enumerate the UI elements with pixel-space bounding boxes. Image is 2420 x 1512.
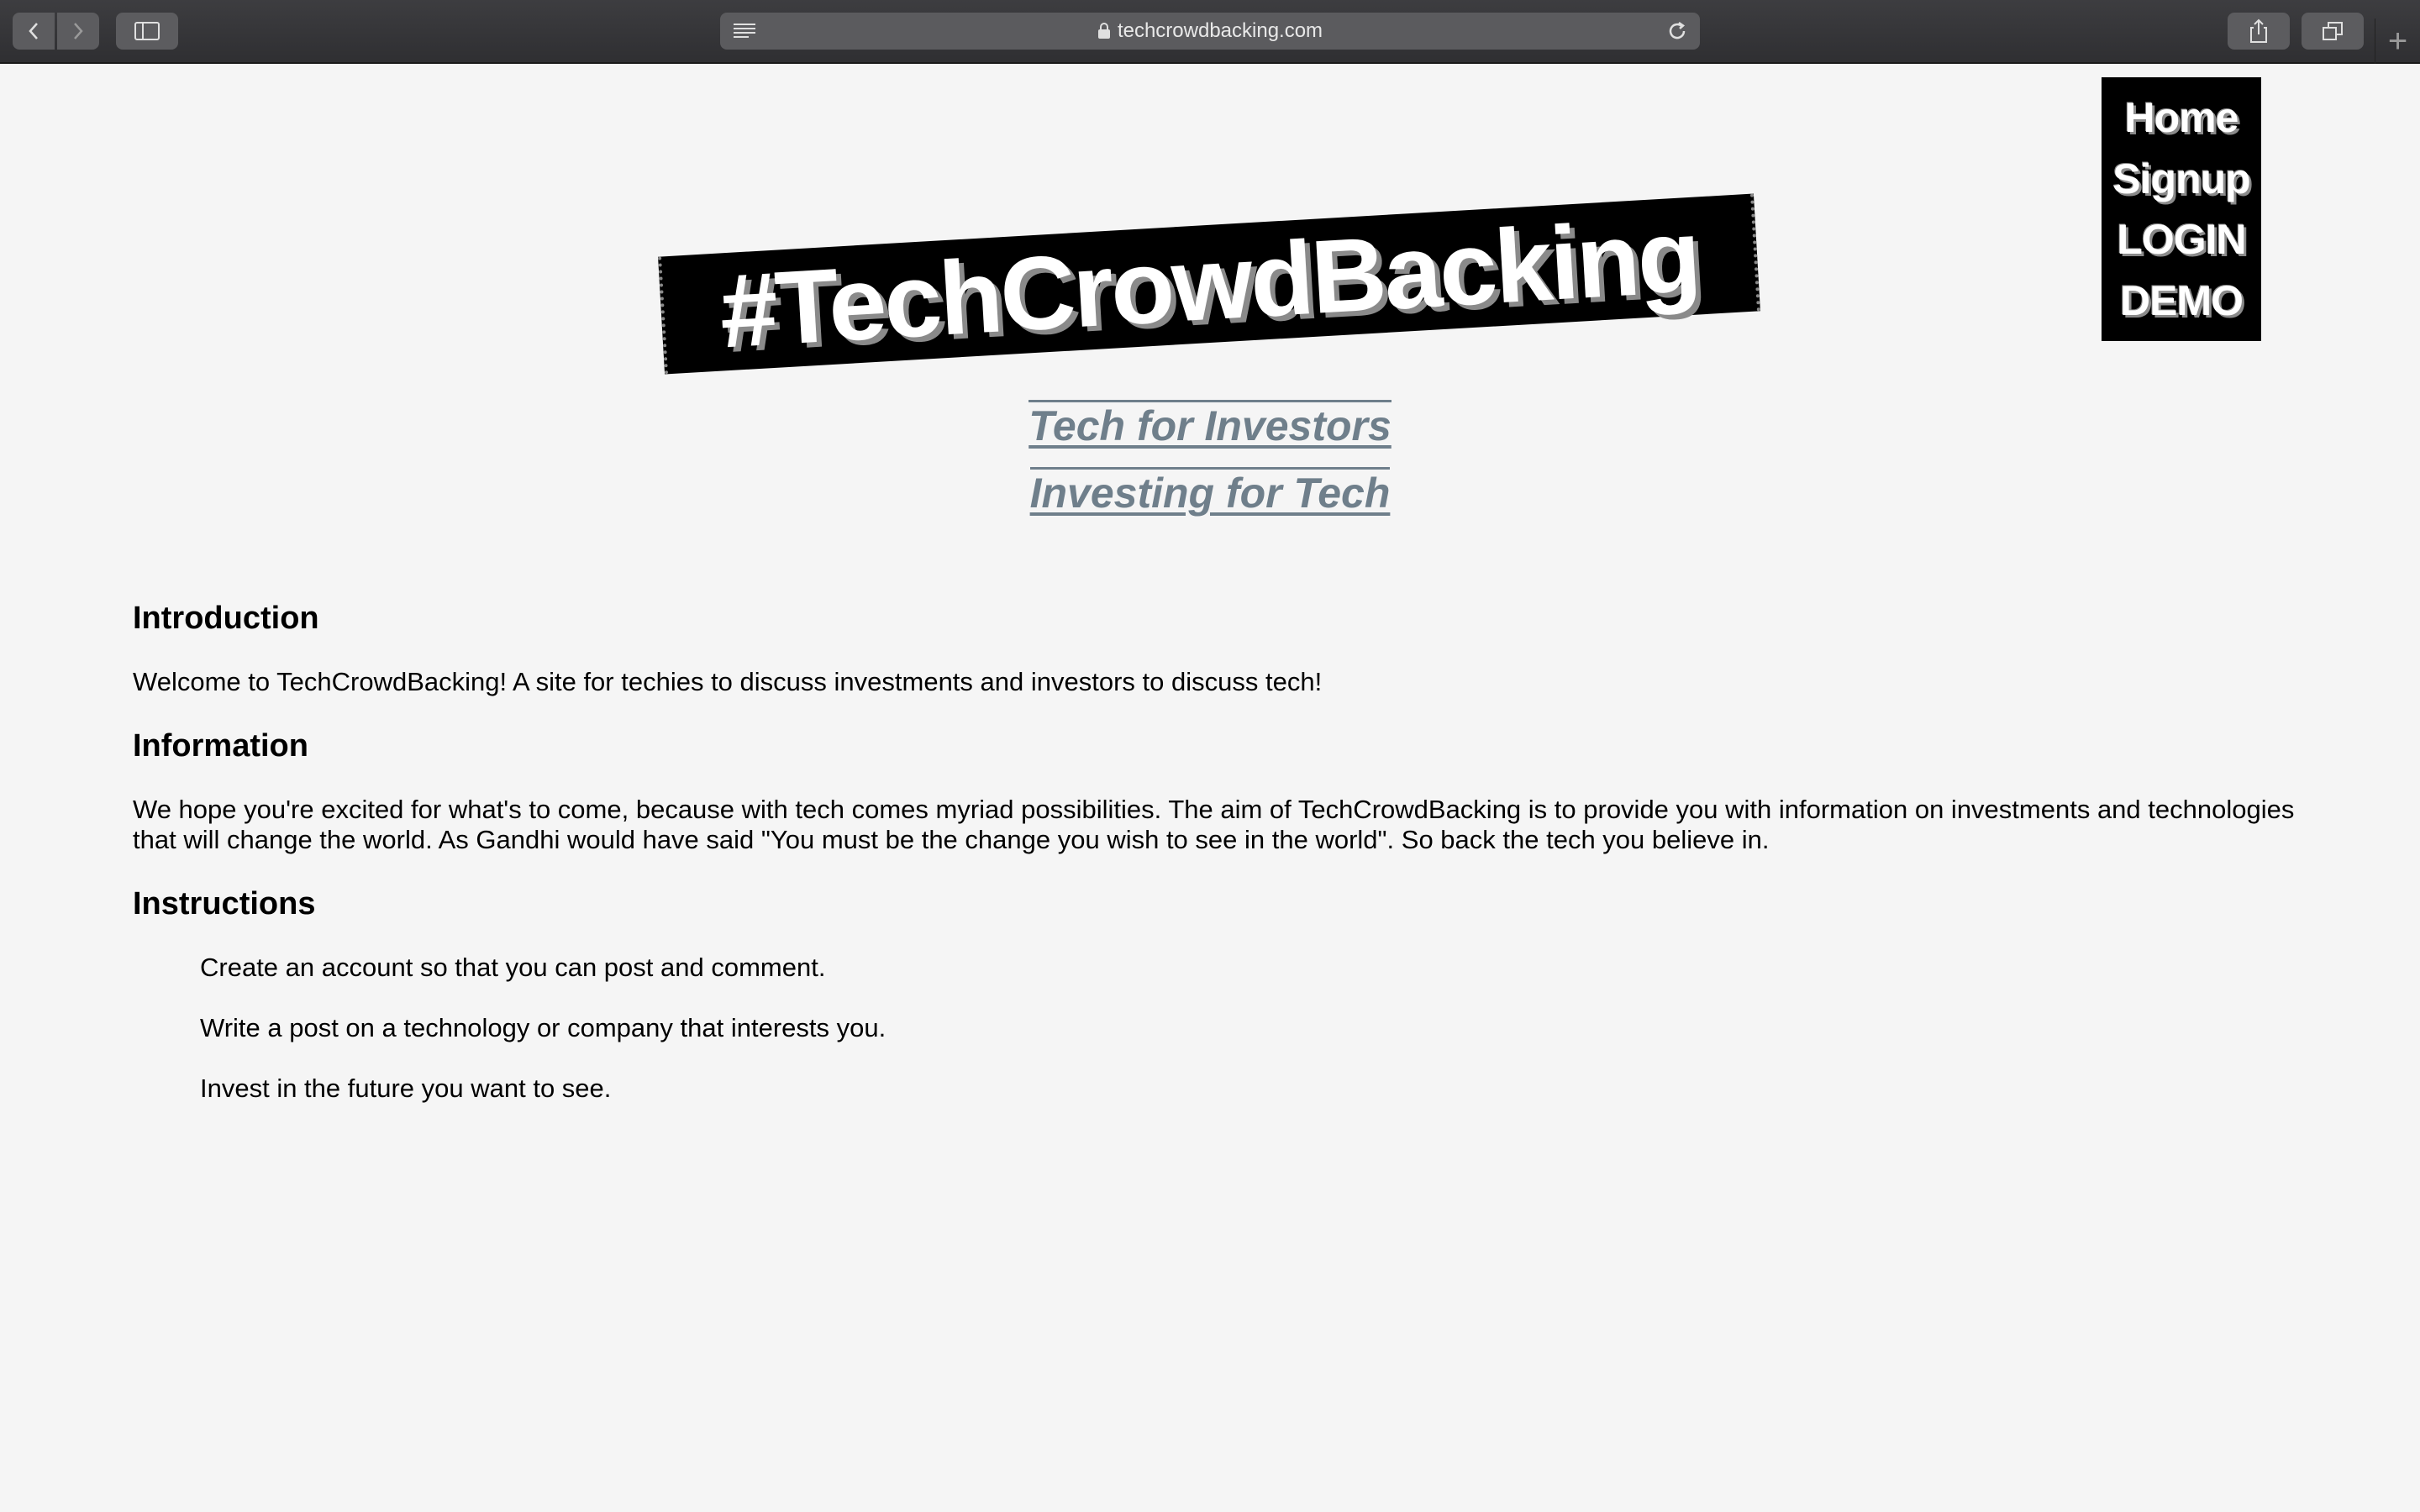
nav-home-link[interactable]: Home — [2125, 97, 2239, 139]
instruction-item: Write a post on a technology or company … — [200, 1013, 886, 1042]
sidebar-icon — [134, 22, 160, 40]
site-title: #TechCrowdBacking — [716, 197, 1702, 370]
tagline-2: Investing for Tech — [0, 467, 2420, 517]
tabs-icon — [2323, 22, 2343, 40]
introduction-heading: Introduction — [133, 601, 319, 636]
new-tab-icon[interactable]: + — [2375, 18, 2420, 64]
tech-for-investors-link[interactable]: Tech for Investors — [1028, 400, 1392, 449]
address-bar[interactable]: techcrowdbacking.com — [720, 13, 1700, 50]
share-button[interactable] — [2228, 13, 2290, 50]
investing-for-tech-link[interactable]: Investing for Tech — [1029, 467, 1391, 517]
introduction-text: Welcome to TechCrowdBacking! A site for … — [133, 667, 1323, 696]
information-text: We hope you're excited for what's to com… — [133, 795, 2295, 854]
information-heading: Information — [133, 728, 308, 764]
forward-button[interactable] — [57, 13, 99, 50]
instruction-item: Invest in the future you want to see. — [200, 1074, 612, 1103]
lock-icon — [1097, 23, 1110, 39]
sidebar-button[interactable] — [116, 13, 178, 50]
instruction-item: Create an account so that you can post a… — [200, 953, 826, 982]
share-icon — [2250, 18, 2267, 43]
browser-toolbar: techcrowdbacking.com + — [0, 0, 2420, 64]
tagline-1: Tech for Investors — [0, 400, 2420, 450]
instructions-heading: Instructions — [133, 886, 316, 921]
reader-icon[interactable] — [732, 22, 757, 40]
nav-menu: Home Signup LOGIN DEMO — [2102, 77, 2261, 341]
history-nav — [13, 13, 100, 50]
nav-demo-link[interactable]: DEMO — [2120, 280, 2244, 322]
nav-signup-link[interactable]: Signup — [2112, 158, 2250, 200]
nav-login-link[interactable]: LOGIN — [2117, 218, 2246, 260]
tabs-button[interactable] — [2302, 13, 2364, 50]
reload-icon[interactable] — [1666, 20, 1688, 42]
url-text: techcrowdbacking.com — [1117, 19, 1323, 42]
back-button[interactable] — [13, 13, 55, 50]
back-icon — [29, 23, 38, 39]
main-content: Introduction Welcome to TechCrowdBacking… — [133, 598, 2317, 1134]
site-banner: #TechCrowdBacking — [658, 193, 1760, 375]
instructions-list: Create an account so that you can post a… — [133, 953, 2317, 1104]
forward-icon — [74, 23, 83, 39]
